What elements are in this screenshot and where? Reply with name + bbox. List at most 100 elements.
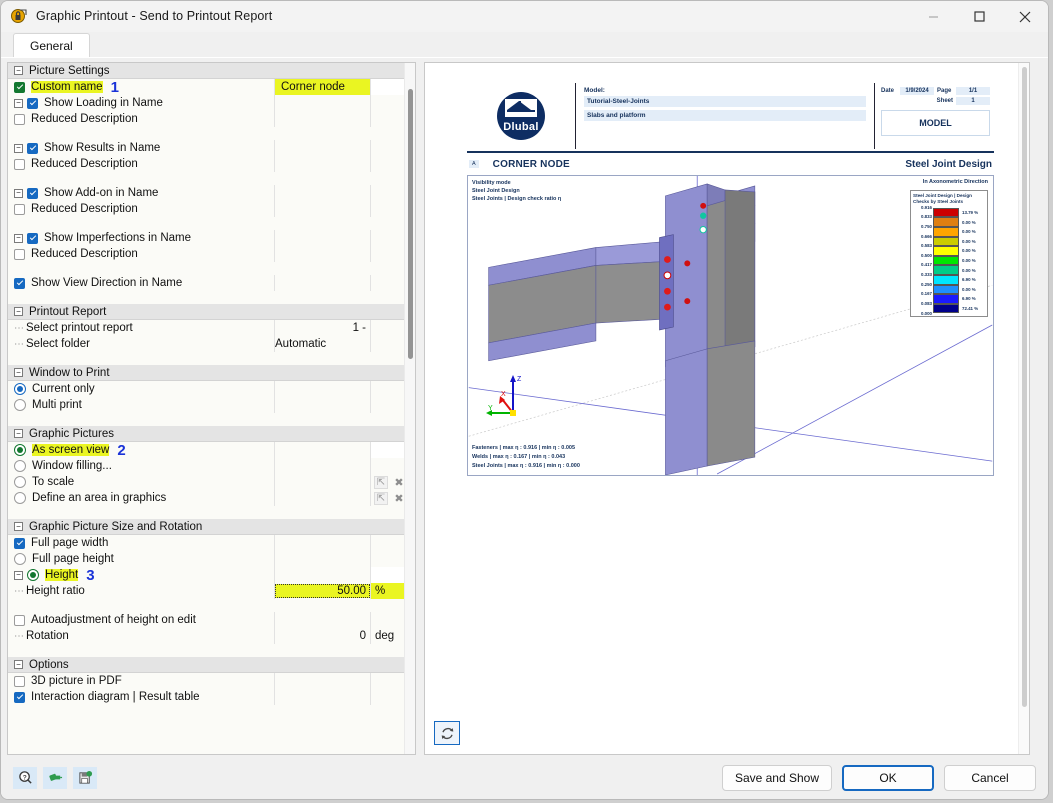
tree-row-value[interactable] [274,474,370,490]
tree-row-height[interactable]: − Height 3 [8,567,415,583]
tree-row-show-imperfections-in-name[interactable]: − Show Imperfections in Name [8,230,415,246]
tree-row-value[interactable] [274,442,370,458]
tree-scrollbar[interactable] [404,63,415,754]
refresh-preview-button[interactable] [434,721,460,745]
graphic-viewport[interactable]: Visibility mode Steel Joint Design Steel… [467,174,994,476]
tree-row-show-view-direction-in-name[interactable]: Show View Direction in Name [8,275,415,291]
checkbox-show-view-direction-in-name[interactable] [14,277,25,289]
tree-row-multi-print[interactable]: Multi print [8,397,415,413]
collapse-expander-icon[interactable]: − [14,429,23,438]
pick-in-graphics-button[interactable]: ⇱ [374,491,388,505]
tree-row-reduced-description[interactable]: Reduced Description [8,201,415,217]
preview-scrollbar[interactable] [1018,63,1029,754]
radio-multi-print[interactable] [14,399,26,411]
tree-row-current-only[interactable]: Current only [8,381,415,397]
maximize-button[interactable] [956,1,1002,32]
tree-row-value[interactable]: Corner node [274,79,370,95]
tree-row-value[interactable] [274,185,370,201]
checkbox-reduced-description[interactable] [14,248,25,260]
radio-define-an-area-in-graphics[interactable] [14,492,26,504]
tree-group-graphic-pictures[interactable]: − Graphic Pictures [8,426,415,442]
checkbox-full-page-width[interactable] [14,537,25,549]
tree-row-define-an-area-in-graphics[interactable]: Define an area in graphics ⇱ ✖ [8,490,415,506]
tree-row-value[interactable] [274,612,370,628]
row-expander-icon[interactable]: − [14,143,23,153]
close-button[interactable] [1002,1,1048,32]
radio-height[interactable] [27,569,39,581]
tree-row-as-screen-view[interactable]: As screen view 2 [8,442,415,458]
tree-row-reduced-description[interactable]: Reduced Description [8,246,415,262]
row-expander-icon[interactable]: − [14,188,23,198]
tree-row-value[interactable] [274,201,370,217]
checkbox-custom-name[interactable] [14,81,25,93]
tree-row-value[interactable]: 50.00 [274,583,370,599]
tree-row-value[interactable] [274,246,370,262]
checkbox-reduced-description[interactable] [14,203,25,215]
tree-row-select-folder[interactable]: ⋯ Select folder Automatic [8,336,415,352]
row-expander-icon[interactable]: − [14,233,23,243]
tree-group-printout-report[interactable]: − Printout Report [8,304,415,320]
tree-row-value[interactable]: 1 - [274,320,370,336]
tree-row-value[interactable] [274,230,370,246]
tree-row-value[interactable] [274,490,370,506]
row-expander-icon[interactable]: − [14,570,23,580]
tree-group-picture-settings[interactable]: − Picture Settings [8,63,415,79]
checkbox-reduced-description[interactable] [14,158,25,170]
help-icon-button[interactable]: ? [13,766,37,789]
tree-row-3d-picture-in-pdf[interactable]: 3D picture in PDF [8,673,415,689]
tree-row-value[interactable] [274,535,370,551]
tree-row-value[interactable] [274,689,370,705]
row-expander-icon[interactable]: − [14,98,23,108]
radio-current-only[interactable] [14,383,26,395]
preview-scrollbar-thumb[interactable] [1022,67,1027,707]
checkbox-show-loading-in-name[interactable] [27,97,38,109]
tree-row-value[interactable] [274,111,370,127]
tree-scrollbar-thumb[interactable] [408,89,413,359]
tree-row-value[interactable] [274,673,370,689]
print-preview-pane[interactable]: Dlubal Model: Tutorial-Steel-Joints Slab… [424,62,1030,755]
input-height-ratio[interactable]: 50.00 [275,584,370,598]
tree-row-value[interactable]: 0 [274,628,370,644]
tree-row-autoadjustment-of-height-on-edit[interactable]: Autoadjustment of height on edit [8,612,415,628]
tree-row-window-filling[interactable]: Window filling... [8,458,415,474]
tab-general[interactable]: General [13,33,90,57]
checkbox-reduced-description[interactable] [14,113,25,125]
tree-row-show-loading-in-name[interactable]: − Show Loading in Name [8,95,415,111]
connection-icon-button[interactable] [43,766,67,789]
tree-row-value[interactable] [274,397,370,413]
tree-row-value[interactable] [274,567,370,583]
tree-row-full-page-height[interactable]: Full page height [8,551,415,567]
collapse-expander-icon[interactable]: − [14,307,23,316]
checkbox-interaction-diagram-result-table[interactable] [14,691,25,703]
tree-row-rotation[interactable]: ⋯ Rotation 0 deg [8,628,415,644]
tree-row-value[interactable] [274,140,370,156]
tree-row-select-printout-report[interactable]: ⋯ Select printout report 1 - [8,320,415,336]
tree-row-value[interactable] [274,551,370,567]
property-tree[interactable]: − Picture Settings Custom name 1 Corner node… [7,62,416,755]
radio-to-scale[interactable] [14,476,26,488]
checkbox-show-imperfections-in-name[interactable] [27,232,38,244]
collapse-expander-icon[interactable]: − [14,522,23,531]
radio-window-filling[interactable] [14,460,26,472]
tree-row-value[interactable]: Automatic [274,336,370,352]
tree-row-reduced-description[interactable]: Reduced Description [8,156,415,172]
tree-row-value[interactable] [274,458,370,474]
save-settings-icon-button[interactable] [73,766,97,789]
tree-row-reduced-description[interactable]: Reduced Description [8,111,415,127]
ok-button[interactable]: OK [842,764,934,791]
collapse-expander-icon[interactable]: − [14,66,23,75]
tree-row-value[interactable] [274,275,370,291]
tree-row-value[interactable] [274,381,370,397]
checkbox-3d-picture-in-pdf[interactable] [14,675,25,687]
checkbox-autoadjustment-of-height-on-edit[interactable] [14,614,25,626]
checkbox-show-add-on-in-name[interactable] [27,187,38,199]
tree-row-show-results-in-name[interactable]: − Show Results in Name [8,140,415,156]
radio-as-screen-view[interactable] [14,444,26,456]
tree-row-custom-name[interactable]: Custom name 1 Corner node [8,79,415,95]
minimize-button[interactable] [910,1,956,32]
checkbox-show-results-in-name[interactable] [27,142,38,154]
radio-full-page-height[interactable] [14,553,26,565]
cancel-button[interactable]: Cancel [944,764,1036,791]
tree-row-full-page-width[interactable]: Full page width [8,535,415,551]
tree-group-graphic-picture-size-and-rotation[interactable]: − Graphic Picture Size and Rotation [8,519,415,535]
